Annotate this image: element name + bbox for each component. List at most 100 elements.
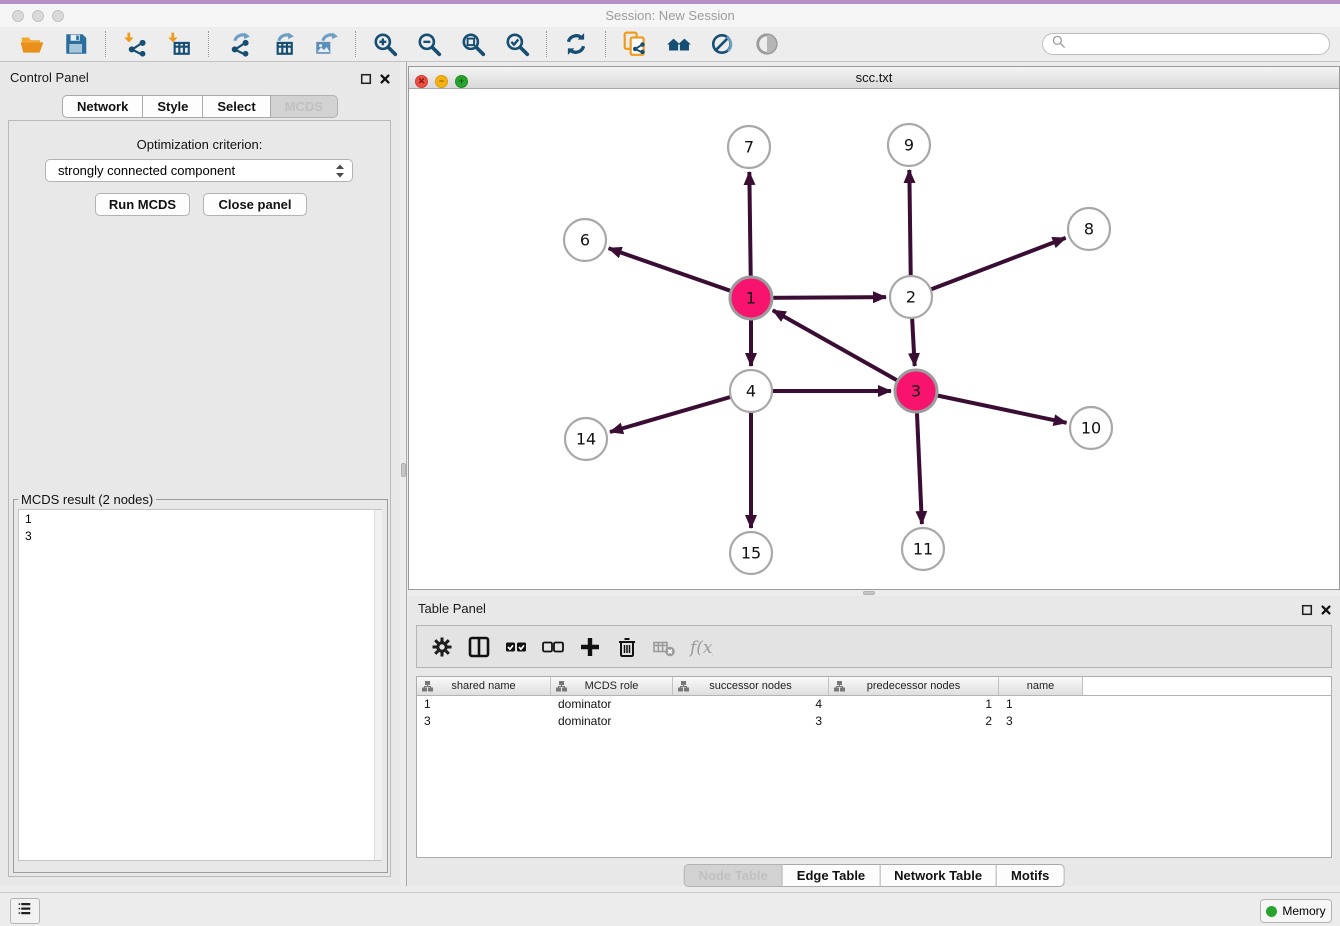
table-settings-icon[interactable] [427, 632, 457, 662]
edge-1-6[interactable] [609, 248, 751, 298]
apply-layout-icon[interactable] [562, 30, 590, 58]
zoom-fit-icon[interactable] [459, 30, 487, 58]
status-menu-button[interactable] [10, 898, 40, 924]
table-cell[interactable]: 3 [417, 713, 551, 730]
zoom-out-icon[interactable] [415, 30, 443, 58]
table-cell[interactable]: 3 [673, 713, 829, 730]
column-label: predecessor nodes [867, 680, 961, 692]
node-11[interactable]: 11 [902, 528, 944, 570]
horizontal-splitter-handle[interactable] [863, 591, 875, 595]
tab-node-table[interactable]: Node Table [684, 864, 783, 887]
mcds-result-textarea[interactable]: 1 3 [18, 509, 382, 861]
memory-button[interactable]: Memory [1260, 899, 1332, 923]
tab-style[interactable]: Style [143, 95, 203, 118]
table-cell[interactable]: 3 [999, 713, 1083, 730]
close-panel-icon[interactable] [377, 71, 392, 86]
column-sort-icon[interactable] [556, 681, 567, 695]
save-session-icon[interactable] [62, 30, 90, 58]
mcds-result-title: MCDS result (2 nodes) [18, 492, 156, 507]
criterion-value: strongly connected component [58, 163, 235, 178]
node-7[interactable]: 7 [728, 126, 770, 168]
toggle-style-icon[interactable] [709, 30, 737, 58]
column-sort-icon[interactable] [834, 681, 845, 695]
criterion-select[interactable]: strongly connected component [45, 159, 353, 182]
level-of-detail-icon[interactable] [753, 30, 781, 58]
vertical-splitter[interactable] [400, 62, 407, 886]
node-label: 15 [741, 544, 761, 563]
edge-2-8[interactable] [911, 238, 1066, 297]
select-all-rows-icon[interactable] [501, 632, 531, 662]
tab-motifs[interactable]: Motifs [997, 864, 1064, 887]
network-view-window: ✕−+ scc.txt 7 9 6 8 1 2 4 3 14 10 15 11 [408, 66, 1340, 590]
table-cell[interactable]: 1 [999, 696, 1083, 713]
node-label: 1 [746, 289, 756, 308]
toolbar-group-2 [216, 30, 348, 58]
close-panel-button[interactable]: Close panel [203, 193, 307, 216]
column-header-predecessor-nodes[interactable]: predecessor nodes [829, 677, 999, 695]
tab-edge-table[interactable]: Edge Table [783, 864, 880, 887]
deselect-all-rows-icon[interactable] [538, 632, 568, 662]
network-canvas[interactable]: 7 9 6 8 1 2 4 3 14 10 15 11 [409, 89, 1339, 589]
vertical-splitter-handle[interactable] [401, 463, 406, 477]
node-9[interactable]: 9 [888, 124, 930, 166]
table-header-row: shared nameMCDS rolesuccessor nodes prede… [417, 677, 1331, 696]
tab-select[interactable]: Select [203, 95, 270, 118]
export-table-icon[interactable] [268, 30, 296, 58]
edge-3-1[interactable] [773, 310, 916, 391]
table-row[interactable]: 1dominator411 [417, 696, 1331, 713]
column-header-name[interactable]: name [999, 677, 1083, 695]
ndex-home-icon[interactable] [665, 30, 693, 58]
search-icon [1051, 34, 1067, 55]
close-table-panel-icon[interactable] [1318, 602, 1333, 617]
delete-column-icon[interactable] [612, 632, 642, 662]
column-header-shared-name[interactable]: shared name [417, 677, 551, 695]
column-header-successor-nodes[interactable]: successor nodes [673, 677, 829, 695]
tab-mcds[interactable]: MCDS [271, 95, 338, 118]
import-network-icon[interactable] [121, 30, 149, 58]
table-panel: Table Panel f(x) shared nameMCDS rolesuc… [408, 596, 1340, 886]
tab-network-table[interactable]: Network Table [880, 864, 997, 887]
mcds-result-scrollbar[interactable] [374, 510, 382, 860]
run-mcds-button[interactable]: Run MCDS [95, 193, 190, 216]
node-2[interactable]: 2 [890, 276, 932, 318]
column-header-MCDS-role[interactable]: MCDS role [551, 677, 673, 695]
table-cell[interactable]: 1 [829, 696, 999, 713]
node-8[interactable]: 8 [1068, 208, 1110, 250]
table-cell[interactable]: dominator [551, 713, 673, 730]
mcds-result-group: MCDS result (2 nodes) 1 3 [13, 492, 388, 873]
tab-network[interactable]: Network [62, 95, 143, 118]
node-10[interactable]: 10 [1070, 407, 1112, 449]
toolbar-separator [605, 31, 606, 57]
table-cell[interactable]: 1 [417, 696, 551, 713]
float-table-panel-icon[interactable] [1299, 602, 1314, 617]
zoom-in-icon[interactable] [371, 30, 399, 58]
node-label: 10 [1081, 419, 1101, 438]
node-4[interactable]: 4 [730, 370, 772, 412]
clone-network-icon[interactable] [621, 30, 649, 58]
table-cell[interactable]: 4 [673, 696, 829, 713]
node-6[interactable]: 6 [564, 219, 606, 261]
import-table-icon[interactable] [165, 30, 193, 58]
float-panel-icon[interactable] [358, 71, 373, 86]
network-window-titlebar[interactable]: ✕−+ scc.txt [409, 67, 1339, 89]
column-sort-icon[interactable] [422, 681, 433, 695]
node-15[interactable]: 15 [730, 532, 772, 574]
node-1[interactable]: 1 [730, 277, 772, 319]
node-label: 14 [576, 430, 596, 449]
search-field[interactable] [1042, 33, 1330, 55]
network-graph[interactable]: 7 9 6 8 1 2 4 3 14 10 15 11 [409, 89, 1339, 589]
export-image-icon[interactable] [312, 30, 340, 58]
node-3[interactable]: 3 [895, 370, 937, 412]
search-input[interactable] [1067, 37, 1321, 51]
show-columns-icon[interactable] [464, 632, 494, 662]
zoom-selected-icon[interactable] [503, 30, 531, 58]
table-cell[interactable]: 2 [829, 713, 999, 730]
column-sort-icon[interactable] [678, 681, 689, 695]
open-session-icon[interactable] [18, 30, 46, 58]
table-row[interactable]: 3dominator323 [417, 713, 1331, 730]
export-network-icon[interactable] [224, 30, 252, 58]
table-cell[interactable]: dominator [551, 696, 673, 713]
edge-3-10[interactable] [916, 391, 1067, 423]
node-14[interactable]: 14 [565, 418, 607, 460]
add-column-icon[interactable] [575, 632, 605, 662]
